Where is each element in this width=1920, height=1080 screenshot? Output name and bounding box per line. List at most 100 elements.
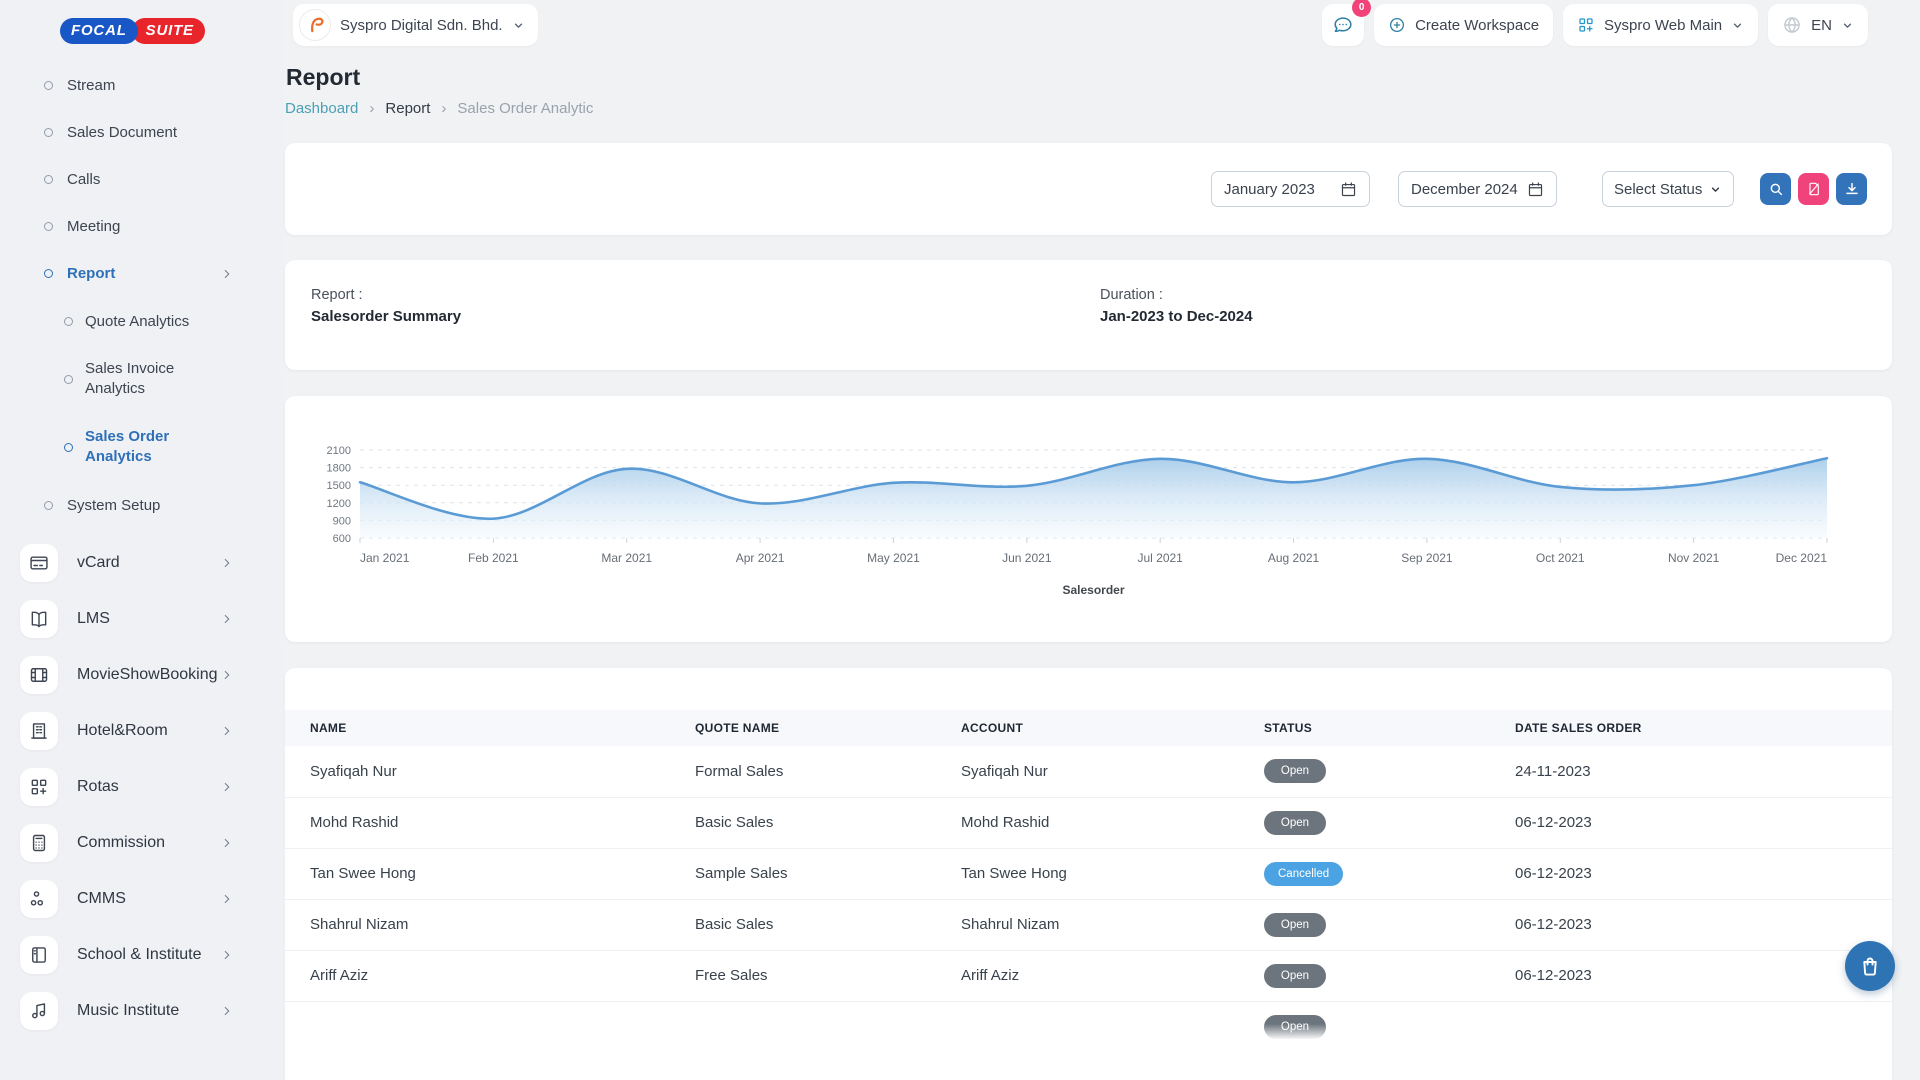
cell-quote-name: Free Sales [695,950,961,1001]
module-icon-box [20,992,58,1030]
messages-button[interactable]: 0 [1322,4,1364,46]
cell-status: Open [1264,1001,1515,1052]
bullet-icon [44,175,53,184]
cell-account-text: Ariff Aziz [961,967,1019,984]
column-header-name: NAME [285,710,695,746]
sidebar-module-hotel-room[interactable]: Hotel&Room [0,703,284,759]
to-month-value[interactable] [1411,181,1519,198]
workspace-name: Syspro Digital Sdn. Bhd. [340,17,503,34]
download-button[interactable] [1836,173,1867,205]
cell-status: Open [1264,746,1515,797]
workspace-selector[interactable]: Syspro Digital Sdn. Bhd. [293,4,538,46]
cell-name: Ariff Aziz [285,950,695,1001]
cell-date-sales-order: 06-12-2023 [1515,899,1892,950]
sidebar-subitem-label: Sales Invoice Analytics [85,359,207,399]
sidebar-subitem-quote-analytics[interactable]: Quote Analytics [0,297,284,346]
status-select[interactable]: Select Status [1602,171,1734,207]
column-header-status: STATUS [1264,710,1515,746]
cell-date-sales-order [1515,1001,1892,1052]
calendar-icon[interactable] [1340,181,1357,198]
sidebar-module-rotas[interactable]: Rotas [0,759,284,815]
sidebar-module-school-institute[interactable]: School & Institute [0,927,284,983]
sidebar-item-report[interactable]: Report [0,250,284,297]
status-badge: Open [1264,759,1326,783]
from-month-value[interactable] [1224,181,1332,198]
sidebar-item-sales-document[interactable]: Sales Document [0,109,284,156]
calendar-icon[interactable] [1527,181,1544,198]
cell-account-text: Tan Swee Hong [961,865,1067,882]
workspace-logo [299,9,331,41]
svg-text:Jul 2021: Jul 2021 [1137,551,1183,565]
app-selector[interactable]: Syspro Web Main [1563,4,1758,46]
floating-cart-button[interactable] [1845,941,1895,991]
create-workspace-button[interactable]: Create Workspace [1374,4,1553,46]
svg-text:Apr 2021: Apr 2021 [736,551,785,565]
chevron-right-icon [220,724,234,738]
language-label: EN [1811,17,1832,34]
cell-account: Mohd Rashid [961,797,1264,848]
sidebar-item-label: Calls [67,171,100,188]
cell-date-sales-order: 06-12-2023 [1515,848,1892,899]
sidebar: FOCAL SUITE StreamSales Document Calls Mee… [0,0,284,1080]
cell-name: Mohd Rashid [285,797,695,848]
cell-quote-name-text: Basic Sales [695,814,773,831]
cell-account: Tan Swee Hong [961,848,1264,899]
cell-date-sales-order: 06-12-2023 [1515,950,1892,1001]
app-logo[interactable]: FOCAL SUITE [60,18,205,44]
chevron-right-icon [220,556,234,570]
svg-text:Jun 2021: Jun 2021 [1002,551,1052,565]
sidebar-subitem-sales-order-analytics[interactable]: Sales Order Analytics [0,412,284,482]
cell-quote-name-text: Free Sales [695,967,768,984]
cell-name-text: Shahrul Nizam [310,916,408,933]
sidebar-item-stream[interactable]: Stream [0,62,284,109]
breadcrumb-item-dashboard[interactable]: Dashboard [285,100,358,117]
app-selector-label: Syspro Web Main [1604,17,1722,34]
book-icon [29,609,49,629]
sidebar-module-movieshowbooking[interactable]: MovieShowBooking [0,647,284,703]
sidebar-module-commission[interactable]: Commission [0,815,284,871]
cell-status: Open [1264,899,1515,950]
sidebar-subitem-sales-invoice-analytics[interactable]: Sales Invoice Analytics [0,346,284,412]
sidebar-item-system-setup[interactable]: System Setup [0,482,284,529]
building-icon [29,721,49,741]
cell-quote-name-text: Formal Sales [695,763,783,780]
cell-date-sales-order-text: 06-12-2023 [1515,916,1592,933]
cell-date-sales-order-text: 06-12-2023 [1515,967,1592,984]
report-summary: Report : Salesorder Summary Duration : J… [285,260,1892,370]
module-icon-box [20,712,58,750]
cell-account: Shahrul Nizam [961,899,1264,950]
breadcrumb-item-report[interactable]: Report [385,100,430,117]
chevron-down-icon [512,19,525,32]
chevron-right-icon [220,780,234,794]
to-month-input[interactable] [1398,171,1557,207]
sidebar-item-calls[interactable]: Calls [0,156,284,203]
language-selector[interactable]: EN [1768,4,1868,46]
search-button[interactable] [1760,173,1791,205]
download-icon [1844,181,1860,197]
svg-text:Feb 2021: Feb 2021 [468,551,519,565]
module-icon-box [20,936,58,974]
sidebar-module-lms[interactable]: LMS [0,591,284,647]
chevron-down-icon [1709,183,1722,196]
from-month-input[interactable] [1211,171,1370,207]
module-icon-box [20,768,58,806]
clear-filter-button[interactable] [1798,173,1829,205]
status-badge: Open [1264,964,1326,988]
plus-circle-icon [1388,16,1406,34]
cell-name: Shahrul Nizam [285,899,695,950]
shopping-bag-icon [1858,954,1882,978]
status-badge: Cancelled [1264,862,1343,886]
cell-status: Open [1264,950,1515,1001]
create-workspace-label: Create Workspace [1415,17,1539,34]
sidebar-module-music-institute[interactable]: Music Institute [0,983,284,1039]
sidebar-item-label: Report [67,265,115,282]
cell-date-sales-order-text: 06-12-2023 [1515,865,1592,882]
module-icon-box [20,600,58,638]
sidebar-module-cmms[interactable]: CMMS [0,871,284,927]
sidebar-item-meeting[interactable]: Meeting [0,203,284,250]
sidebar-module-vcard[interactable]: vCard [0,535,284,591]
idcard-icon [29,553,49,573]
cell-quote-name: Sample Sales [695,848,961,899]
chevron-right-icon [220,668,234,682]
svg-text:Sep 2021: Sep 2021 [1401,551,1453,565]
